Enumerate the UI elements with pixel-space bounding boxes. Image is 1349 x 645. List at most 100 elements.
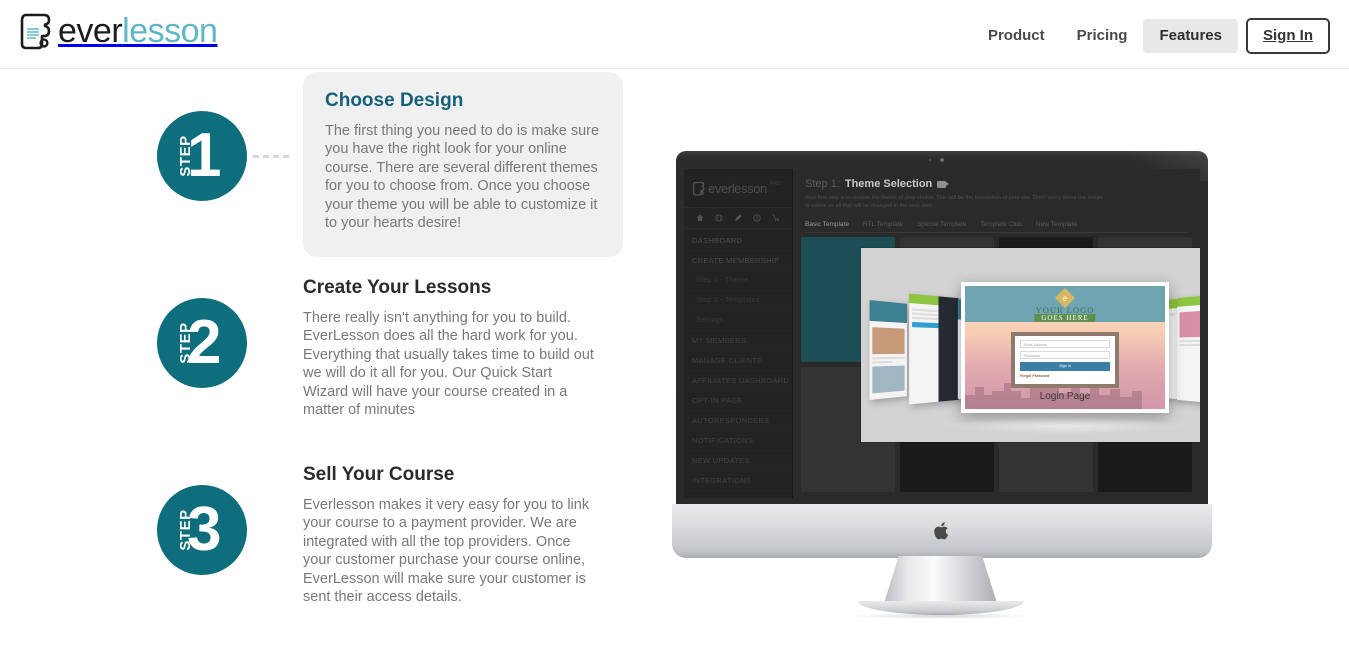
preview-forgot-password-link[interactable]: Forgot Password bbox=[1020, 374, 1110, 378]
app-menu-item-affiliates-dashboard[interactable]: AFFILIATES DASHBOARD bbox=[684, 371, 792, 391]
app-menu-item-opt-in-page[interactable]: OPT-IN PAGE bbox=[684, 391, 792, 411]
app-menu-item-new-updates[interactable]: NEW UPDATES bbox=[684, 451, 792, 471]
carousel-thumbnail[interactable] bbox=[1177, 293, 1200, 405]
app-menu-item-manage-clients[interactable]: MANAGE CLIENTS bbox=[684, 351, 792, 371]
app-menu-item-create-membership[interactable]: CREATE MEMBERSHIP bbox=[684, 251, 792, 271]
app-menu-item-autoresponders[interactable]: AUTORESPONDERS bbox=[684, 411, 792, 431]
app-sidebar: everlesson PRO DASHBOARD CREATE MEMBERSH… bbox=[684, 169, 793, 498]
video-icon[interactable] bbox=[937, 180, 950, 188]
carousel-thumbnail[interactable] bbox=[909, 293, 959, 405]
info-icon[interactable] bbox=[753, 214, 761, 222]
brand-wordmark-ever: ever bbox=[58, 12, 123, 50]
step-text-3: Everlesson makes it very easy for you to… bbox=[303, 496, 590, 606]
main-content: STEP 1 Choose Design The first thing you… bbox=[0, 69, 1349, 645]
imac-screen: everlesson PRO DASHBOARD CREATE MEMBERSH… bbox=[684, 169, 1200, 498]
thumb-image bbox=[1179, 309, 1200, 338]
nav-item-product[interactable]: Product bbox=[972, 19, 1061, 53]
thumb-text-line bbox=[1179, 339, 1200, 343]
step-title-2: Create Your Lessons bbox=[303, 277, 492, 298]
step-text-2: There really isn't anything for you to b… bbox=[303, 309, 594, 419]
login-page-preview: e YOUR LOGO GOES HERE Email Address Pass… bbox=[965, 286, 1165, 409]
webcam-indicator-icon bbox=[929, 159, 931, 161]
preview-caption: Login Page bbox=[1039, 391, 1091, 402]
app-content: Step 1: Theme Selection Your first step … bbox=[793, 169, 1200, 498]
app-sidebar-menu: DASHBOARD CREATE MEMBERSHIP Step 1 - The… bbox=[684, 229, 792, 491]
step-card-1: Choose Design The first thing you need t… bbox=[303, 72, 623, 257]
app-page-title-prefix: Step 1: bbox=[805, 178, 840, 190]
app-page-title: Step 1: Theme Selection bbox=[805, 178, 1188, 190]
home-icon[interactable] bbox=[696, 214, 704, 222]
app-menu-item-my-members[interactable]: MY MEMBERS bbox=[684, 331, 792, 351]
step-badge-2: STEP 2 bbox=[157, 298, 247, 388]
app-logo[interactable]: everlesson PRO bbox=[684, 169, 792, 207]
active-theme-preview[interactable]: e YOUR LOGO GOES HERE Email Address Pass… bbox=[961, 282, 1169, 413]
imac-chin bbox=[672, 504, 1212, 558]
step-badge-number-1: 1 bbox=[187, 121, 222, 190]
app-header: Step 1: Theme Selection Your first step … bbox=[793, 169, 1200, 233]
app-menu-item-dashboard[interactable]: DASHBOARD bbox=[684, 231, 792, 251]
thumb-text-line bbox=[872, 360, 893, 364]
theme-carousel: e YOUR LOGO GOES HERE Email Address Pass… bbox=[861, 248, 1200, 442]
carousel-floor-reflection bbox=[935, 418, 1195, 434]
globe-icon[interactable] bbox=[715, 214, 723, 222]
preview-email-field[interactable]: Email Address bbox=[1020, 340, 1110, 348]
apple-logo-icon bbox=[933, 522, 948, 540]
app-page-title-text: Theme Selection bbox=[844, 178, 933, 190]
brand-wordmark-lesson: lesson bbox=[122, 12, 218, 50]
app-menu-item-notifications[interactable]: NOTIFICATIONS bbox=[684, 431, 792, 451]
step-card-3: Sell Your Course Everlesson makes it ver… bbox=[303, 446, 623, 631]
app-tab-template-club[interactable]: Template Club bbox=[980, 221, 1022, 228]
nav-item-pricing[interactable]: Pricing bbox=[1061, 19, 1144, 53]
step-item-3: STEP 3 Sell Your Course Everlesson makes… bbox=[157, 446, 623, 631]
carousel-thumbnail[interactable] bbox=[869, 300, 907, 400]
step-text-1: The first thing you need to do is make s… bbox=[325, 122, 600, 232]
steps-section: STEP 1 Choose Design The first thing you… bbox=[0, 69, 650, 645]
thumb-text-line bbox=[1179, 343, 1200, 347]
step-connector-dashes-1 bbox=[253, 155, 289, 158]
app-icon-toolbar bbox=[684, 207, 792, 229]
preview-signin-button[interactable]: Sign In bbox=[1020, 362, 1110, 371]
step-title-1: Choose Design bbox=[325, 90, 464, 111]
step-badge-3: STEP 3 bbox=[157, 485, 247, 575]
app-tab-new-template[interactable]: New Template bbox=[1036, 221, 1077, 228]
app-scroll-icon bbox=[693, 181, 705, 195]
preview-login-frame: Email Address Password Sign In Forgot Pa… bbox=[1011, 332, 1119, 388]
brand-wordmark: everlesson bbox=[58, 11, 218, 51]
imac-bezel: everlesson PRO DASHBOARD CREATE MEMBERSH… bbox=[676, 151, 1208, 506]
nav-item-features[interactable]: Features bbox=[1143, 19, 1238, 53]
app-page-description: Your first step is to choose the theme o… bbox=[805, 195, 1103, 209]
thumb-text-line bbox=[912, 312, 940, 317]
imac-shadow bbox=[850, 613, 1031, 619]
preview-login-form: Email Address Password Sign In Forgot Pa… bbox=[1015, 336, 1115, 384]
sign-in-button[interactable]: Sign In bbox=[1246, 18, 1330, 54]
app-logo-suffix: PRO bbox=[769, 181, 781, 187]
imac-showcase: everlesson PRO DASHBOARD CREATE MEMBERSH… bbox=[668, 71, 1213, 619]
app-menu-item-step2-templates[interactable]: Step 2 - Templates bbox=[684, 291, 792, 311]
app-tab-basic-template[interactable]: Basic Template bbox=[805, 221, 849, 228]
site-header: everlesson Product Pricing Features Sign… bbox=[0, 0, 1349, 69]
brand-logo[interactable]: everlesson bbox=[18, 11, 218, 51]
app-menu-item-settings[interactable]: Settings bbox=[684, 311, 792, 331]
step-title-3: Sell Your Course bbox=[303, 464, 455, 485]
step-badge-1: STEP 1 bbox=[157, 111, 247, 201]
webcam-icon bbox=[940, 158, 944, 162]
step-badge-number-3: 3 bbox=[187, 495, 222, 564]
step-badge-number-2: 2 bbox=[187, 308, 222, 377]
step-card-2: Create Your Lessons There really isn't a… bbox=[303, 259, 623, 444]
app-menu-item-step1-theme[interactable]: Step 1 - Theme bbox=[684, 271, 792, 291]
thumb-body bbox=[870, 321, 907, 400]
main-navigation: Product Pricing Features Sign In bbox=[972, 18, 1330, 54]
theme-preview-lightbox[interactable]: e YOUR LOGO GOES HERE Email Address Pass… bbox=[861, 248, 1200, 442]
thumb-header-bar bbox=[869, 300, 907, 324]
step-item-1: STEP 1 Choose Design The first thing you… bbox=[157, 72, 623, 257]
scroll-icon bbox=[20, 13, 51, 50]
app-menu-item-integrations[interactable]: INTEGRATIONS bbox=[684, 471, 792, 491]
thumb-body bbox=[1177, 303, 1200, 351]
step-item-2: STEP 2 Create Your Lessons There really … bbox=[157, 259, 623, 444]
app-tab-rtl-template[interactable]: RTL Template bbox=[863, 221, 903, 228]
app-tab-special-template[interactable]: Special Template bbox=[917, 221, 966, 228]
pencil-icon[interactable] bbox=[734, 214, 742, 222]
cart-icon[interactable] bbox=[772, 214, 780, 222]
preview-password-field[interactable]: Password bbox=[1020, 351, 1110, 359]
thumb-dark-panel bbox=[938, 296, 959, 402]
